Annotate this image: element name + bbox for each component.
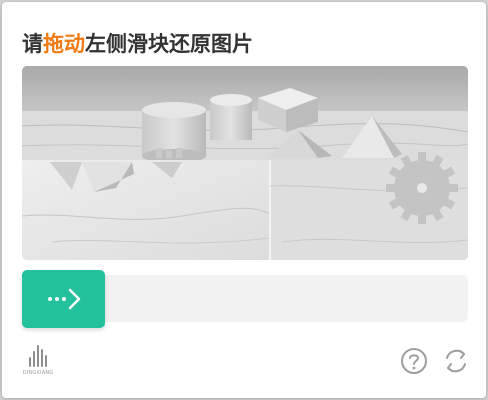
refresh-button[interactable] xyxy=(442,347,470,375)
help-button[interactable] xyxy=(400,347,428,375)
brand-text: DINGXIANG xyxy=(22,370,54,376)
dingxiang-logo-icon xyxy=(20,345,56,367)
slider-handle[interactable] xyxy=(22,270,105,328)
brand-logo: DINGXIANG xyxy=(20,345,56,377)
title-prefix: 请 xyxy=(22,32,43,56)
captcha-dialog: 请拖动左侧滑块还原图片 DINGXIANG xyxy=(2,2,486,398)
scrambled-scene-image xyxy=(22,66,468,260)
dots-arrow-right-icon xyxy=(47,288,80,310)
title-highlight: 拖动 xyxy=(43,32,85,56)
captcha-title: 请拖动左侧滑块还原图片 xyxy=(22,28,253,60)
title-suffix: 左侧滑块还原图片 xyxy=(85,32,253,56)
refresh-icon xyxy=(446,349,466,373)
puzzle-image xyxy=(22,66,468,260)
question-circle-icon xyxy=(401,348,427,374)
